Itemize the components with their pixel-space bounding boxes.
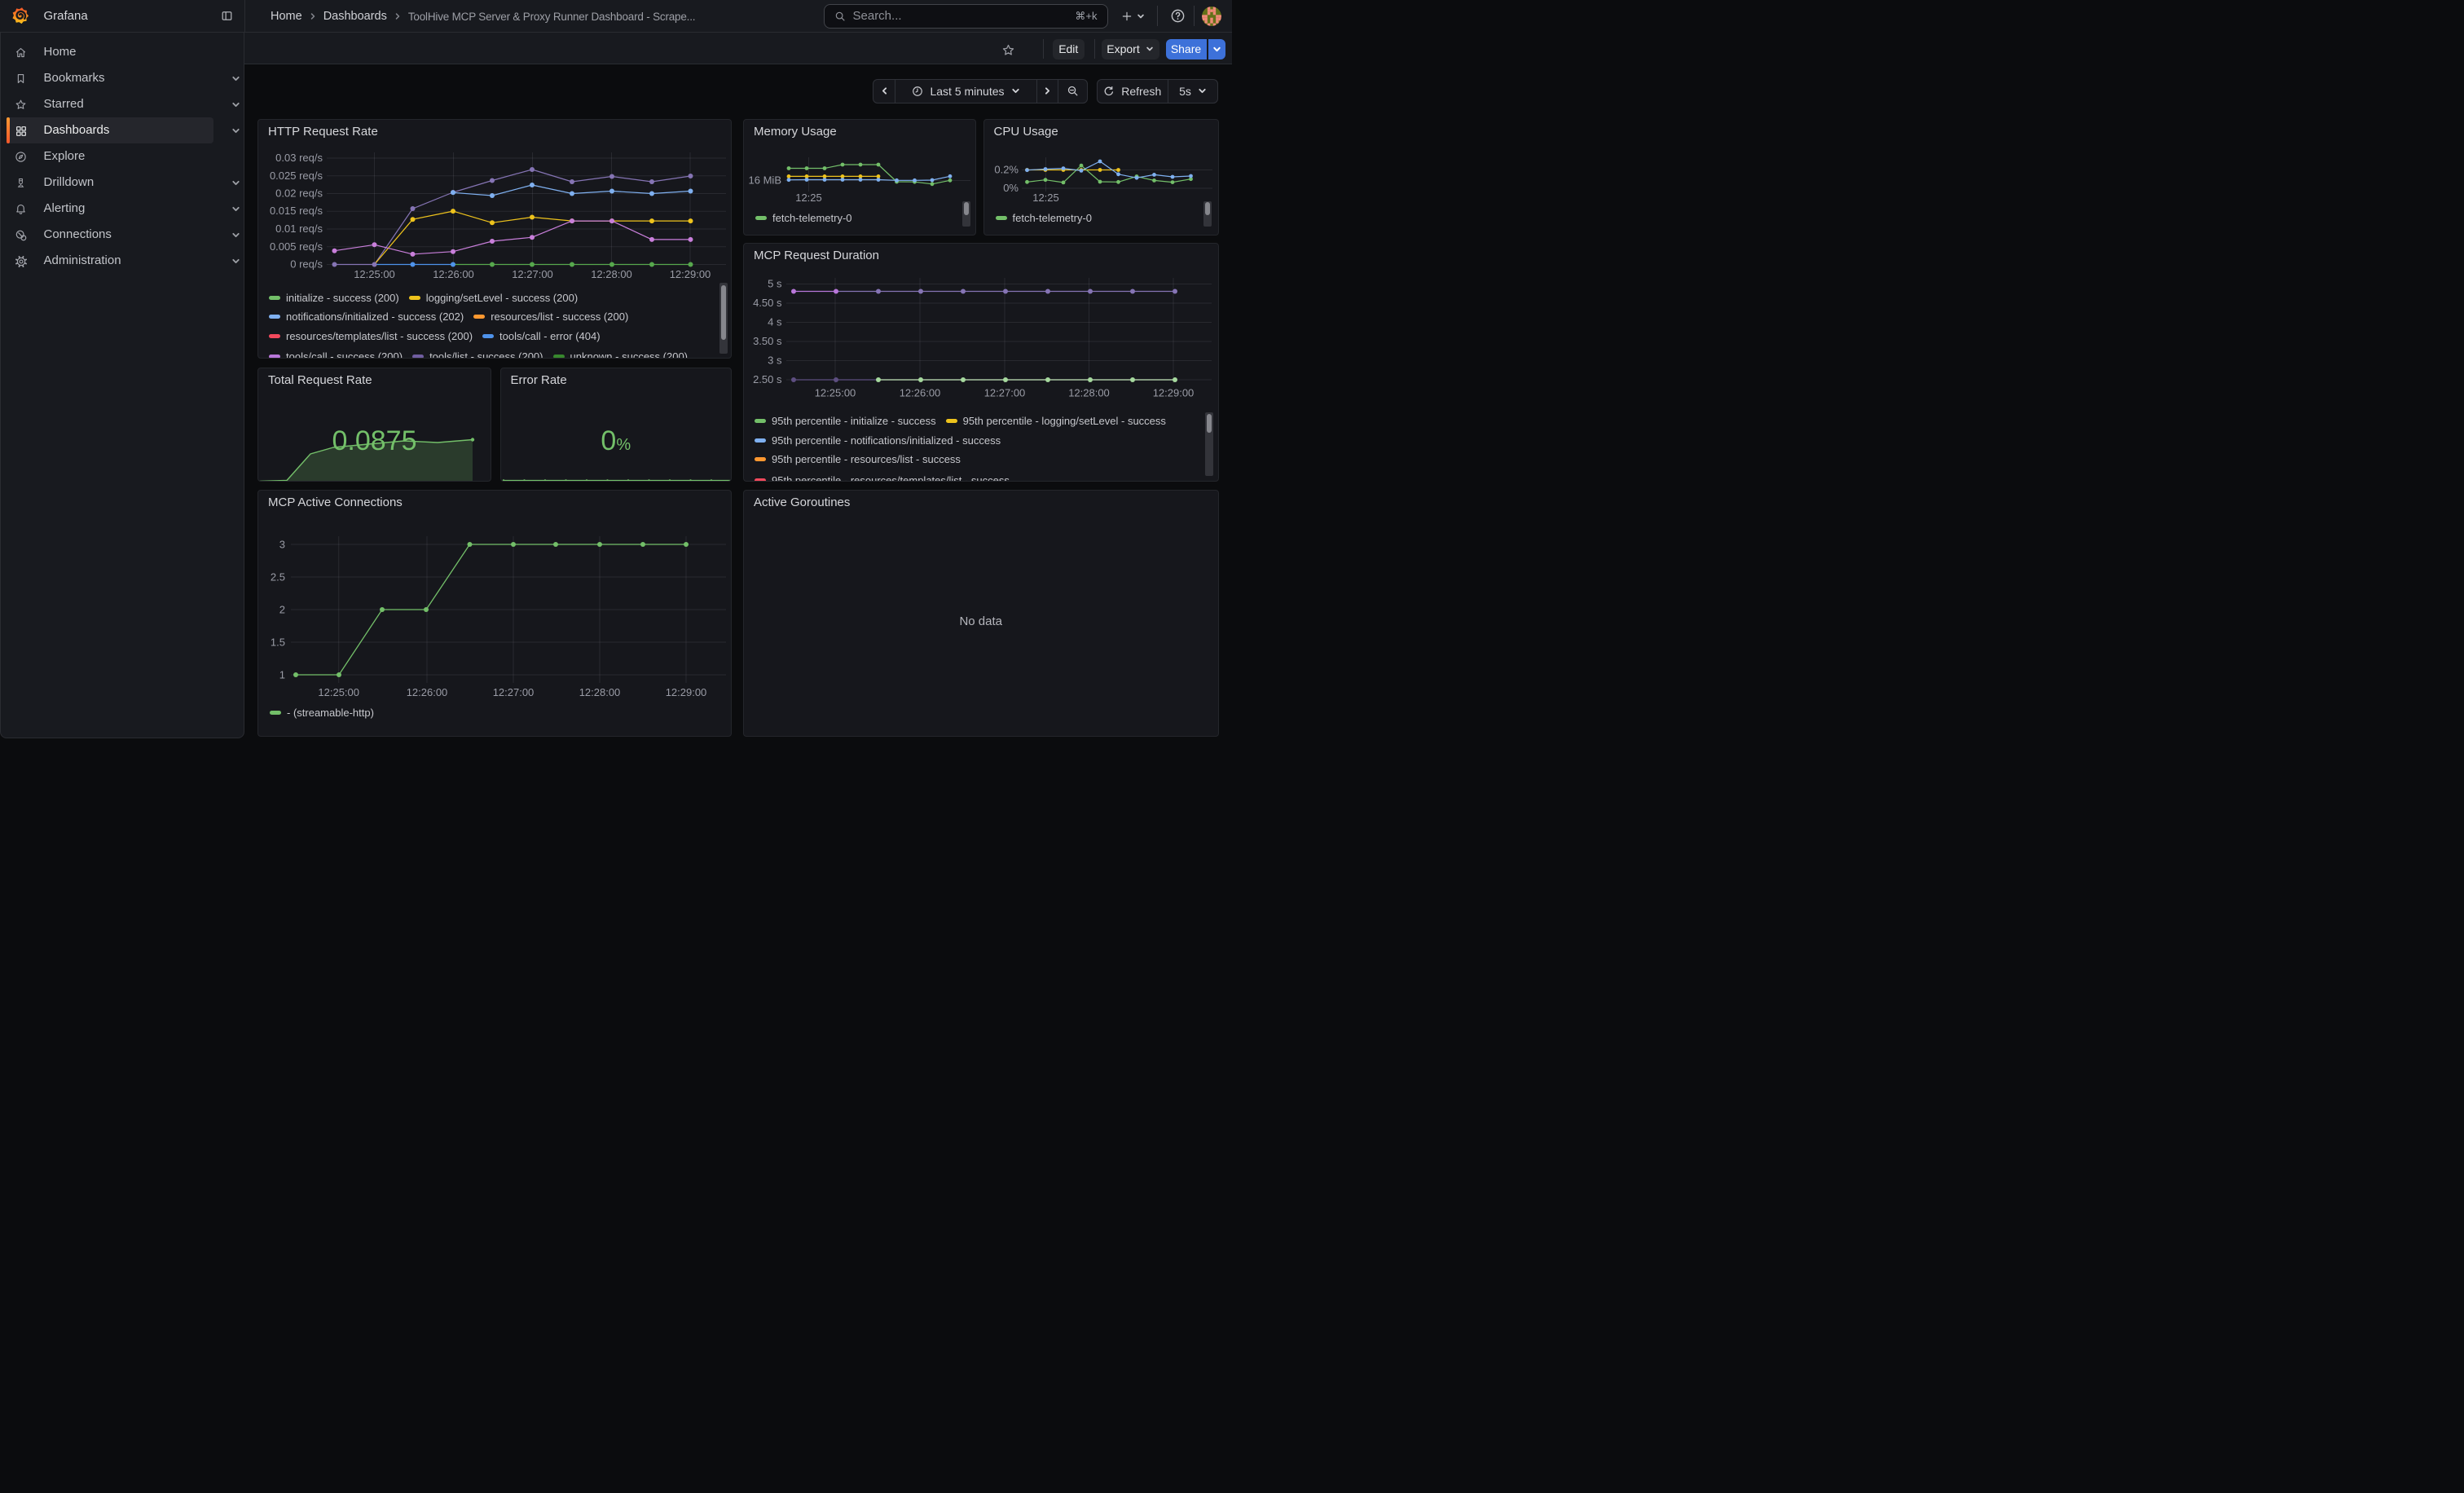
svg-text:12:25:00: 12:25:00: [318, 686, 359, 698]
svg-text:3 s: 3 s: [768, 355, 782, 367]
svg-text:0.03 req/s: 0.03 req/s: [275, 152, 323, 164]
svg-text:3.50 s: 3.50 s: [753, 335, 782, 347]
svg-text:0.01 req/s: 0.01 req/s: [275, 222, 323, 235]
svg-text:12:26:00: 12:26:00: [433, 268, 474, 280]
svg-text:4.50 s: 4.50 s: [753, 297, 782, 309]
svg-text:12:25: 12:25: [795, 192, 822, 204]
svg-text:2.50 s: 2.50 s: [753, 373, 782, 385]
svg-text:12:27:00: 12:27:00: [493, 686, 535, 698]
svg-text:12:25: 12:25: [1032, 192, 1059, 204]
svg-text:0.005 req/s: 0.005 req/s: [270, 240, 323, 253]
svg-text:0.2%: 0.2%: [994, 164, 1019, 176]
svg-text:2: 2: [279, 604, 285, 616]
svg-text:0 req/s: 0 req/s: [290, 258, 323, 271]
svg-text:0.015 req/s: 0.015 req/s: [270, 205, 323, 217]
svg-text:12:25:00: 12:25:00: [354, 268, 395, 280]
svg-text:3: 3: [279, 539, 285, 551]
svg-text:0.02 req/s: 0.02 req/s: [275, 187, 323, 200]
svg-text:12:27:00: 12:27:00: [512, 268, 553, 280]
svg-text:2.5: 2.5: [271, 571, 285, 584]
svg-text:12:28:00: 12:28:00: [591, 268, 632, 280]
svg-text:16 MiB: 16 MiB: [749, 174, 781, 187]
svg-text:12:29:00: 12:29:00: [666, 686, 707, 698]
svg-text:0%: 0%: [1003, 182, 1019, 194]
svg-text:12:25:00: 12:25:00: [815, 387, 856, 399]
svg-text:12:26:00: 12:26:00: [900, 387, 941, 399]
svg-text:12:29:00: 12:29:00: [1153, 387, 1195, 399]
svg-text:12:26:00: 12:26:00: [407, 686, 448, 698]
svg-text:1: 1: [279, 669, 285, 681]
svg-text:12:28:00: 12:28:00: [1068, 387, 1110, 399]
svg-text:4 s: 4 s: [768, 316, 782, 328]
svg-text:1.5: 1.5: [271, 636, 285, 649]
svg-text:5 s: 5 s: [768, 278, 782, 290]
svg-text:12:29:00: 12:29:00: [670, 268, 711, 280]
svg-text:0.025 req/s: 0.025 req/s: [270, 170, 323, 182]
svg-text:12:27:00: 12:27:00: [984, 387, 1026, 399]
svg-text:12:28:00: 12:28:00: [579, 686, 621, 698]
